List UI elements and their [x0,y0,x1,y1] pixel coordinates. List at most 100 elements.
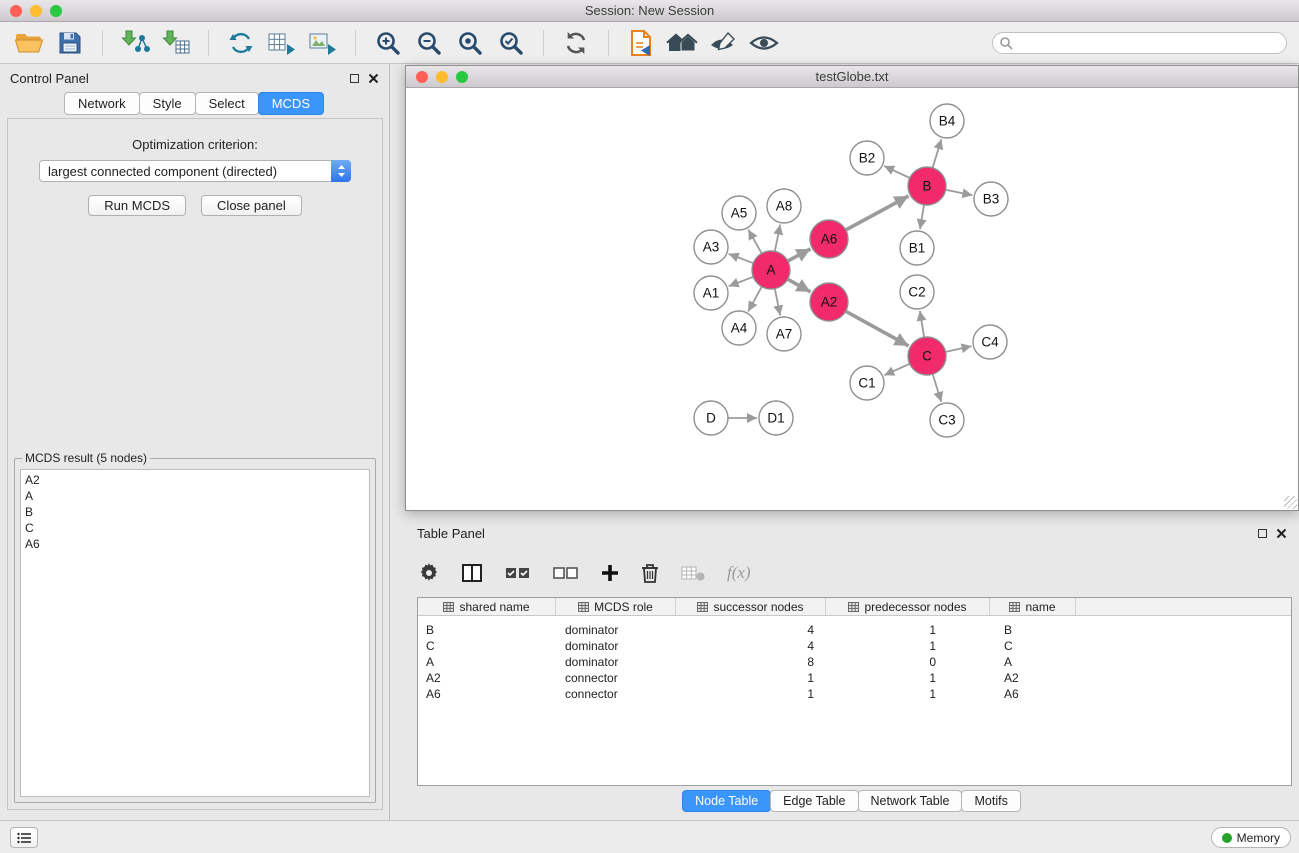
edge-B-B3[interactable] [946,190,973,195]
cell-shared-name: A [418,655,556,669]
edge-C-C3[interactable] [933,374,942,402]
network-canvas[interactable]: B4B2BB3A8A5A6A3B1AA1C2A2A4A7C4CC1C3DD1 [406,88,1298,510]
column-header-shared-name[interactable]: shared name [418,598,556,615]
tab-motifs[interactable]: Motifs [961,790,1020,812]
import-document-button[interactable] [624,27,658,59]
export-image-button[interactable] [306,27,340,59]
close-panel-button[interactable]: Close panel [201,195,302,216]
node-label-A7: A7 [776,327,793,342]
main-titlebar: Session: New Session [0,0,1299,22]
float-table-panel-icon[interactable] [1258,529,1267,538]
tab-style[interactable]: Style [139,92,196,115]
export-table-button[interactable] [265,27,299,59]
column-visibility-button[interactable] [461,563,483,583]
import-network-button[interactable] [118,27,152,59]
table-row[interactable]: Cdominator41C [418,638,1291,654]
column-header-successor-nodes[interactable]: successor nodes [676,598,826,615]
cell-MCDS-role: connector [556,687,676,701]
float-panel-icon[interactable] [350,74,359,83]
edge-A-A8[interactable] [775,225,780,252]
edge-A-A2[interactable] [788,279,811,292]
edge-A-A4[interactable] [748,287,762,312]
edge-C-C2[interactable] [920,311,924,337]
run-mcds-button[interactable]: Run MCDS [88,195,186,216]
column-header-MCDS-role[interactable]: MCDS role [556,598,676,615]
zoom-fit-button[interactable] [453,27,487,59]
tab-edge-table[interactable]: Edge Table [770,790,858,812]
deselect-all-button[interactable] [553,566,579,580]
close-network-window-button[interactable] [416,71,428,83]
node-label-A5: A5 [731,206,748,221]
minimize-window-button[interactable] [30,5,42,17]
zoom-out-button[interactable] [412,27,446,59]
zoom-selected-button[interactable] [494,27,528,59]
session-title: Session: New Session [0,3,1299,18]
result-item[interactable]: B [25,504,365,520]
column-header-predecessor-nodes[interactable]: predecessor nodes [826,598,990,615]
cell-name: C [990,639,1076,653]
close-panel-icon[interactable] [368,73,379,84]
edge-C-C1[interactable] [884,364,909,375]
table-row[interactable]: A2connector11A2 [418,670,1291,686]
delete-row-button[interactable] [641,563,659,583]
table-row[interactable]: Adominator80A [418,654,1291,670]
tab-network-table[interactable]: Network Table [858,790,963,812]
zoom-fit-icon [457,30,483,56]
memory-button[interactable]: Memory [1211,827,1291,848]
show-hide-button[interactable] [747,27,781,59]
tab-mcds[interactable]: MCDS [258,92,324,115]
tab-select[interactable]: Select [195,92,259,115]
table-grid-icon [443,602,454,612]
mcds-result-list[interactable]: A2ABCA6 [20,469,370,797]
annotation-button[interactable] [706,27,740,59]
column-header-label: name [1025,600,1055,614]
zoom-window-button[interactable] [50,5,62,17]
import-table-button[interactable] [159,27,193,59]
resize-handle[interactable] [1284,496,1297,509]
add-row-button[interactable] [601,564,619,582]
close-window-button[interactable] [10,5,22,17]
minimize-network-window-button[interactable] [436,71,448,83]
node-label-A8: A8 [776,199,793,214]
network-graph: B4B2BB3A8A5A6A3B1AA1C2A2A4A7C4CC1C3DD1 [406,88,1298,510]
table-settings-button[interactable] [419,563,439,583]
search-input[interactable] [992,32,1287,54]
home-view-button[interactable] [665,27,699,59]
result-item[interactable]: C [25,520,365,536]
cell-successor-nodes: 4 [676,639,826,653]
edge-B-B4[interactable] [933,139,942,168]
column-header-name[interactable]: name [990,598,1076,615]
select-all-button[interactable] [505,566,531,580]
tab-network[interactable]: Network [64,92,140,115]
result-item[interactable]: A [25,488,365,504]
edge-B-B1[interactable] [920,205,924,229]
save-session-button[interactable] [53,27,87,59]
edge-C-C4[interactable] [946,346,972,352]
close-table-panel-icon[interactable] [1276,528,1287,539]
edge-B-B2[interactable] [884,166,910,178]
edge-A6-B[interactable] [846,196,909,230]
refresh-icon [563,30,589,56]
open-session-button[interactable] [12,27,46,59]
table-row[interactable]: A6connector11A6 [418,686,1291,702]
zoom-in-icon [375,30,401,56]
result-item[interactable]: A2 [25,472,365,488]
result-item[interactable]: A6 [25,536,365,552]
task-history-button[interactable] [10,827,38,848]
edge-A-A1[interactable] [729,277,754,286]
criterion-dropdown[interactable]: largest connected component (directed) [39,160,351,182]
edge-A-A5[interactable] [748,230,761,254]
edge-A-A7[interactable] [775,289,780,316]
apply-layout-button[interactable] [224,27,258,59]
network-view-window: testGlobe.txt B4B2BB3A8A5A6A3B1AA1C2A2A4… [405,65,1299,511]
edge-A2-C[interactable] [846,311,909,346]
tab-node-table[interactable]: Node Table [682,790,771,812]
table-row[interactable]: Bdominator41B [418,622,1291,638]
node-label-A3: A3 [703,240,720,255]
edge-A-A6[interactable] [788,249,811,261]
cell-shared-name: C [418,639,556,653]
edge-A-A3[interactable] [729,254,754,263]
refresh-button[interactable] [559,27,593,59]
zoom-in-button[interactable] [371,27,405,59]
zoom-network-window-button[interactable] [456,71,468,83]
